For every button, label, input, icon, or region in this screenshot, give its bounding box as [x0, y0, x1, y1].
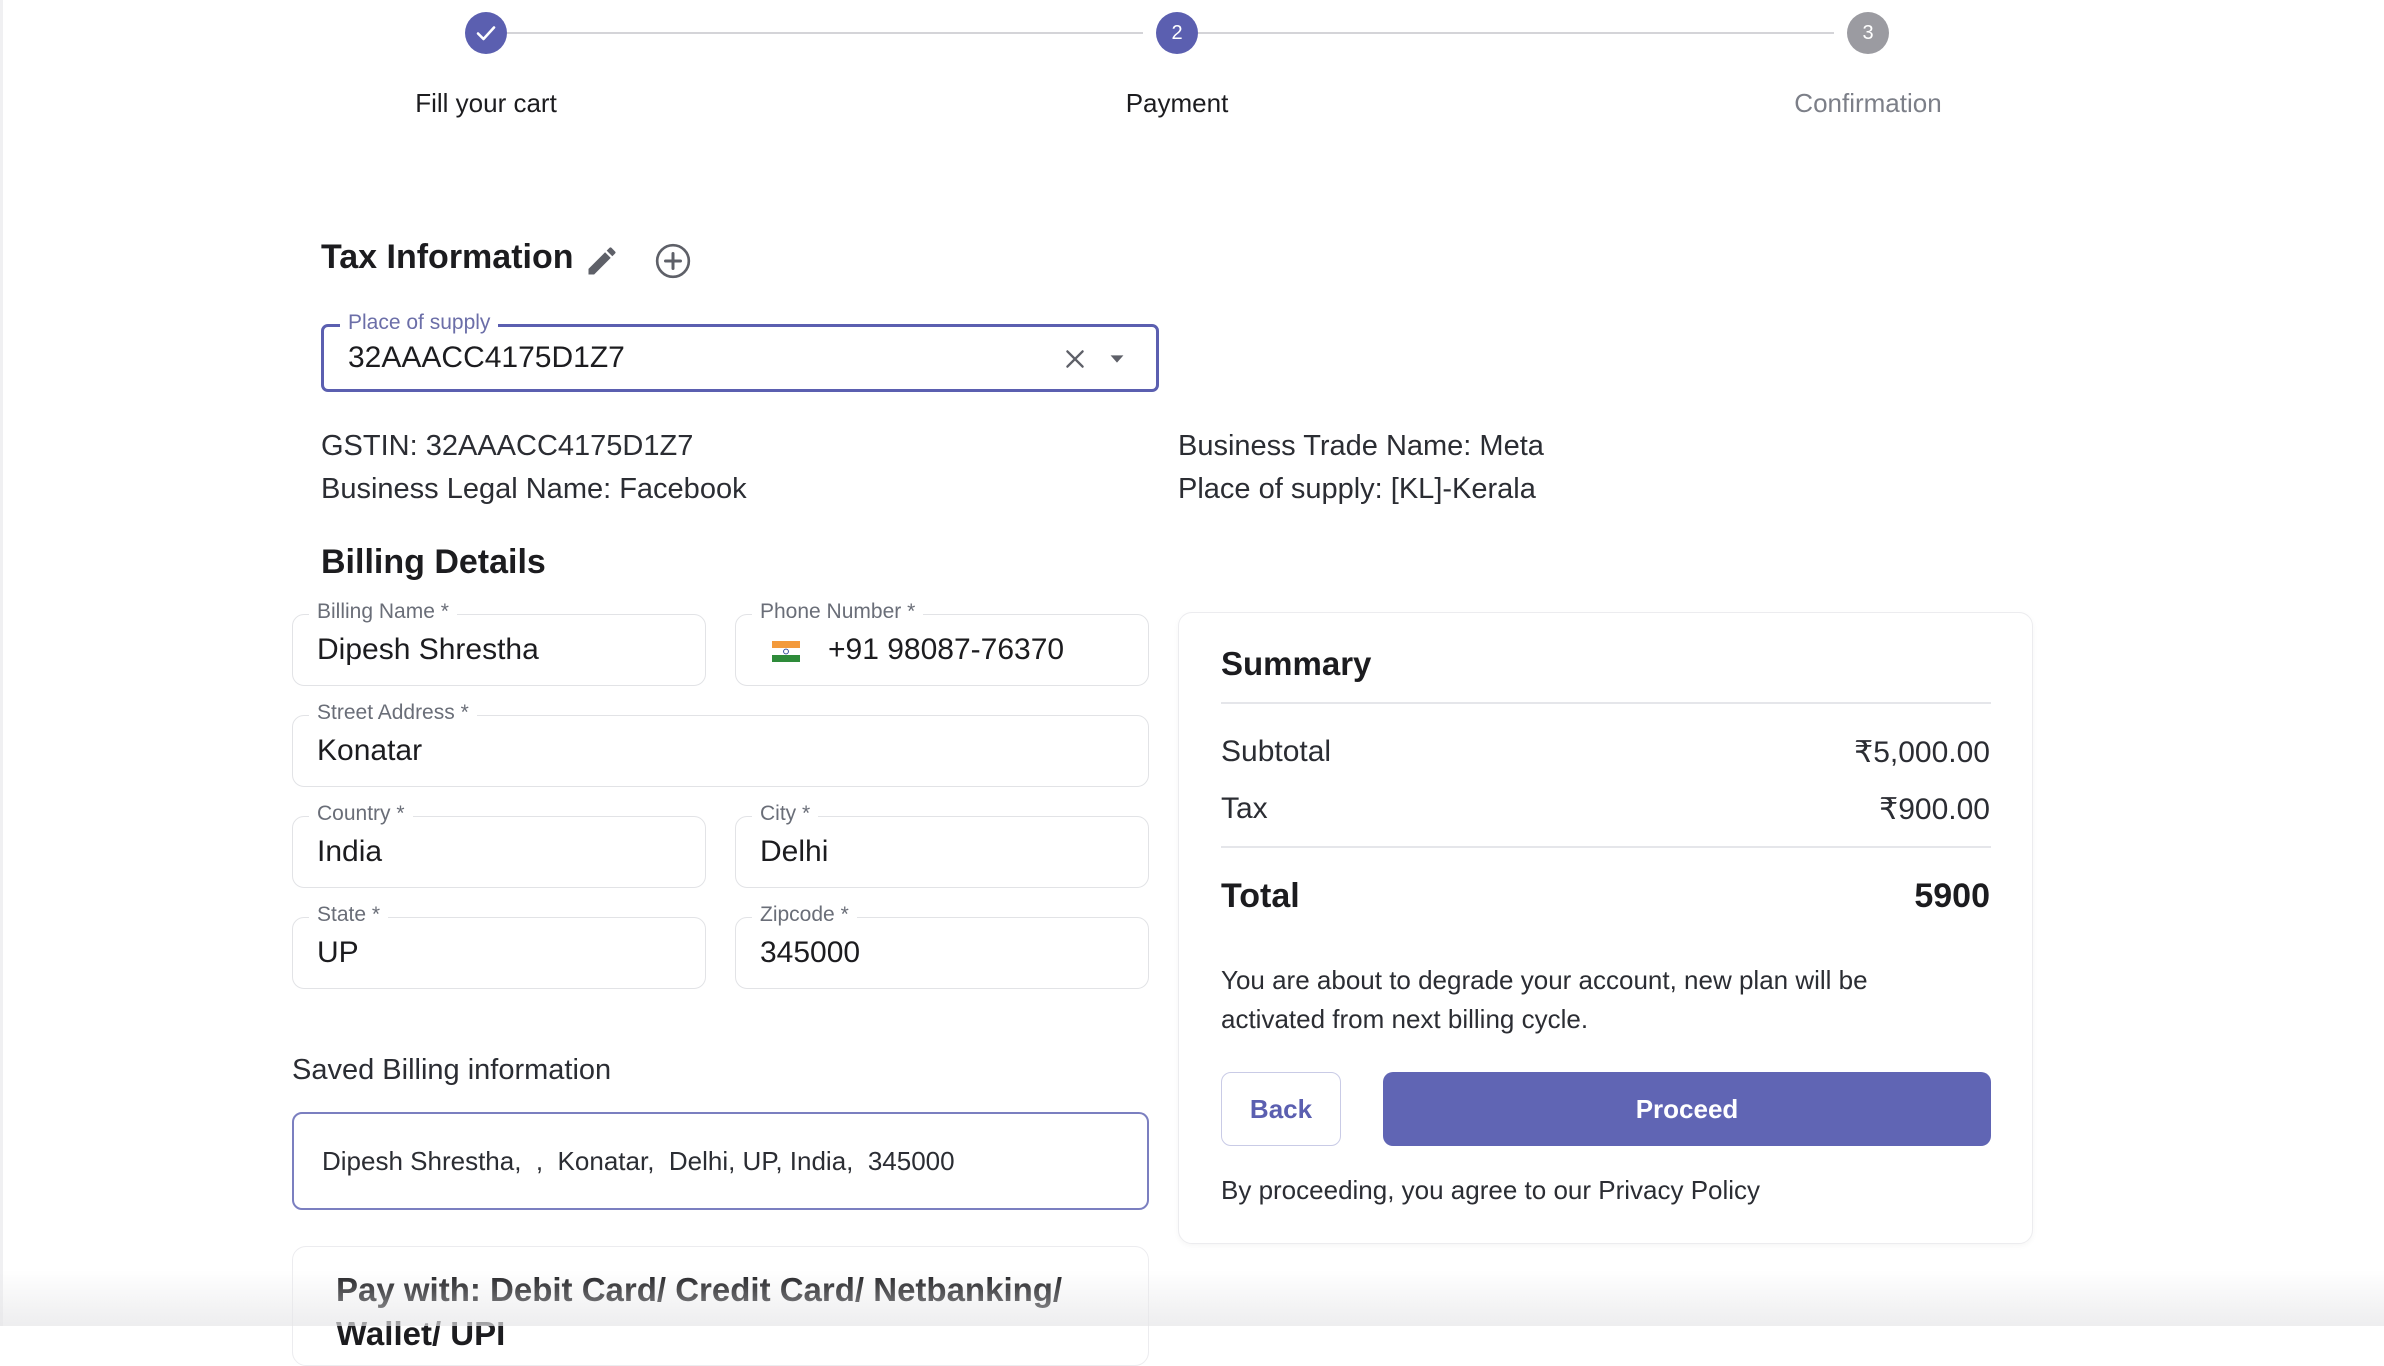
- downgrade-notice-line1: You are about to degrade your account, n…: [1221, 965, 1868, 995]
- pencil-icon[interactable]: [582, 241, 622, 281]
- billing-details-title: Billing Details: [321, 543, 546, 581]
- tax-value: ₹900.00: [1879, 793, 1990, 826]
- state-label: State *: [309, 903, 389, 927]
- payment-method-title: Pay with: Debit Card/ Credit Card/ Netba…: [336, 1271, 1063, 1308]
- step-connector-1: [507, 32, 1143, 34]
- zipcode-label: Zipcode *: [752, 903, 857, 927]
- place-of-supply-label: Place of supply: [340, 311, 499, 335]
- country-label: Country *: [309, 802, 413, 826]
- street-address-label: Street Address *: [309, 701, 477, 725]
- summary-divider-bottom: [1221, 846, 1991, 848]
- city-label: City *: [752, 802, 819, 826]
- step-1-circle[interactable]: [465, 12, 507, 54]
- proceed-button[interactable]: Proceed: [1383, 1072, 1991, 1146]
- phone-number-field[interactable]: Phone Number * +91 98087-76370: [735, 600, 1149, 686]
- clear-icon[interactable]: [1060, 344, 1090, 374]
- step-3-label: Confirmation: [1794, 88, 1942, 118]
- summary-divider-top: [1221, 702, 1991, 704]
- total-label: Total: [1221, 877, 1300, 915]
- billing-name-label: Billing Name *: [309, 600, 457, 624]
- state-field[interactable]: State * UP: [292, 903, 706, 989]
- tax-label: Tax: [1221, 792, 1268, 825]
- saved-billing-card[interactable]: Dipesh Shrestha, , Konatar, Delhi, UP, I…: [292, 1112, 1149, 1210]
- street-address-field[interactable]: Street Address * Konatar: [292, 701, 1149, 787]
- billing-name-value: Dipesh Shrestha: [317, 633, 539, 666]
- total-value: 5900: [1914, 877, 1990, 915]
- check-icon: [476, 26, 496, 41]
- payment-method-title-line2: Wallet/ UPI: [336, 1315, 506, 1352]
- place-of-supply-select[interactable]: Place of supply 32AAACC4175D1Z7: [321, 311, 1159, 392]
- page-left-border: [0, 0, 3, 1326]
- gstin-text: GSTIN: 32AAACC4175D1Z7: [321, 430, 694, 462]
- phone-number-value: +91 98087-76370: [828, 633, 1065, 666]
- plus-circle-icon[interactable]: [651, 239, 695, 283]
- city-value: Delhi: [760, 835, 829, 868]
- downgrade-notice-line2: activated from next billing cycle.: [1221, 1004, 1589, 1034]
- step-3-circle[interactable]: 3: [1847, 12, 1889, 54]
- summary-card: Summary Subtotal ₹5,000.00 Tax ₹900.00 T…: [1178, 612, 2033, 1244]
- india-flag-icon[interactable]: [772, 641, 800, 662]
- privacy-agreement-text: By proceeding, you agree to our Privacy …: [1221, 1175, 1761, 1205]
- zipcode-value: 345000: [760, 936, 861, 969]
- saved-billing-title: Saved Billing information: [292, 1054, 612, 1086]
- dropdown-arrow-icon[interactable]: [1102, 344, 1132, 374]
- back-button[interactable]: Back: [1221, 1072, 1341, 1146]
- place-of-supply-value: 32AAACC4175D1Z7: [348, 341, 625, 374]
- country-field[interactable]: Country * India: [292, 802, 706, 888]
- saved-billing-value: Dipesh Shrestha, , Konatar, Delhi, UP, I…: [322, 1146, 955, 1176]
- city-field[interactable]: City * Delhi: [735, 802, 1149, 888]
- country-value: India: [317, 835, 383, 868]
- legal-name-text: Business Legal Name: Facebook: [321, 473, 747, 505]
- step-1-label: Fill your cart: [415, 88, 557, 118]
- trade-name-text: Business Trade Name: Meta: [1178, 430, 1544, 462]
- billing-name-field[interactable]: Billing Name * Dipesh Shrestha: [292, 600, 706, 686]
- step-2-circle[interactable]: 2: [1156, 12, 1198, 54]
- subtotal-value: ₹5,000.00: [1854, 736, 1990, 769]
- place-of-supply-text: Place of supply: [KL]-Kerala: [1178, 473, 1536, 505]
- payment-method-card: Pay with: Debit Card/ Credit Card/ Netba…: [292, 1246, 1149, 1366]
- tax-information-title: Tax Information: [321, 238, 574, 276]
- street-address-value: Konatar: [317, 734, 423, 767]
- step-connector-2: [1198, 32, 1834, 34]
- step-2-label: Payment: [1125, 88, 1229, 118]
- phone-number-label: Phone Number *: [752, 600, 924, 624]
- summary-title: Summary: [1221, 645, 1372, 682]
- zipcode-field[interactable]: Zipcode * 345000: [735, 903, 1149, 989]
- subtotal-label: Subtotal: [1221, 735, 1332, 768]
- state-value: UP: [317, 936, 359, 969]
